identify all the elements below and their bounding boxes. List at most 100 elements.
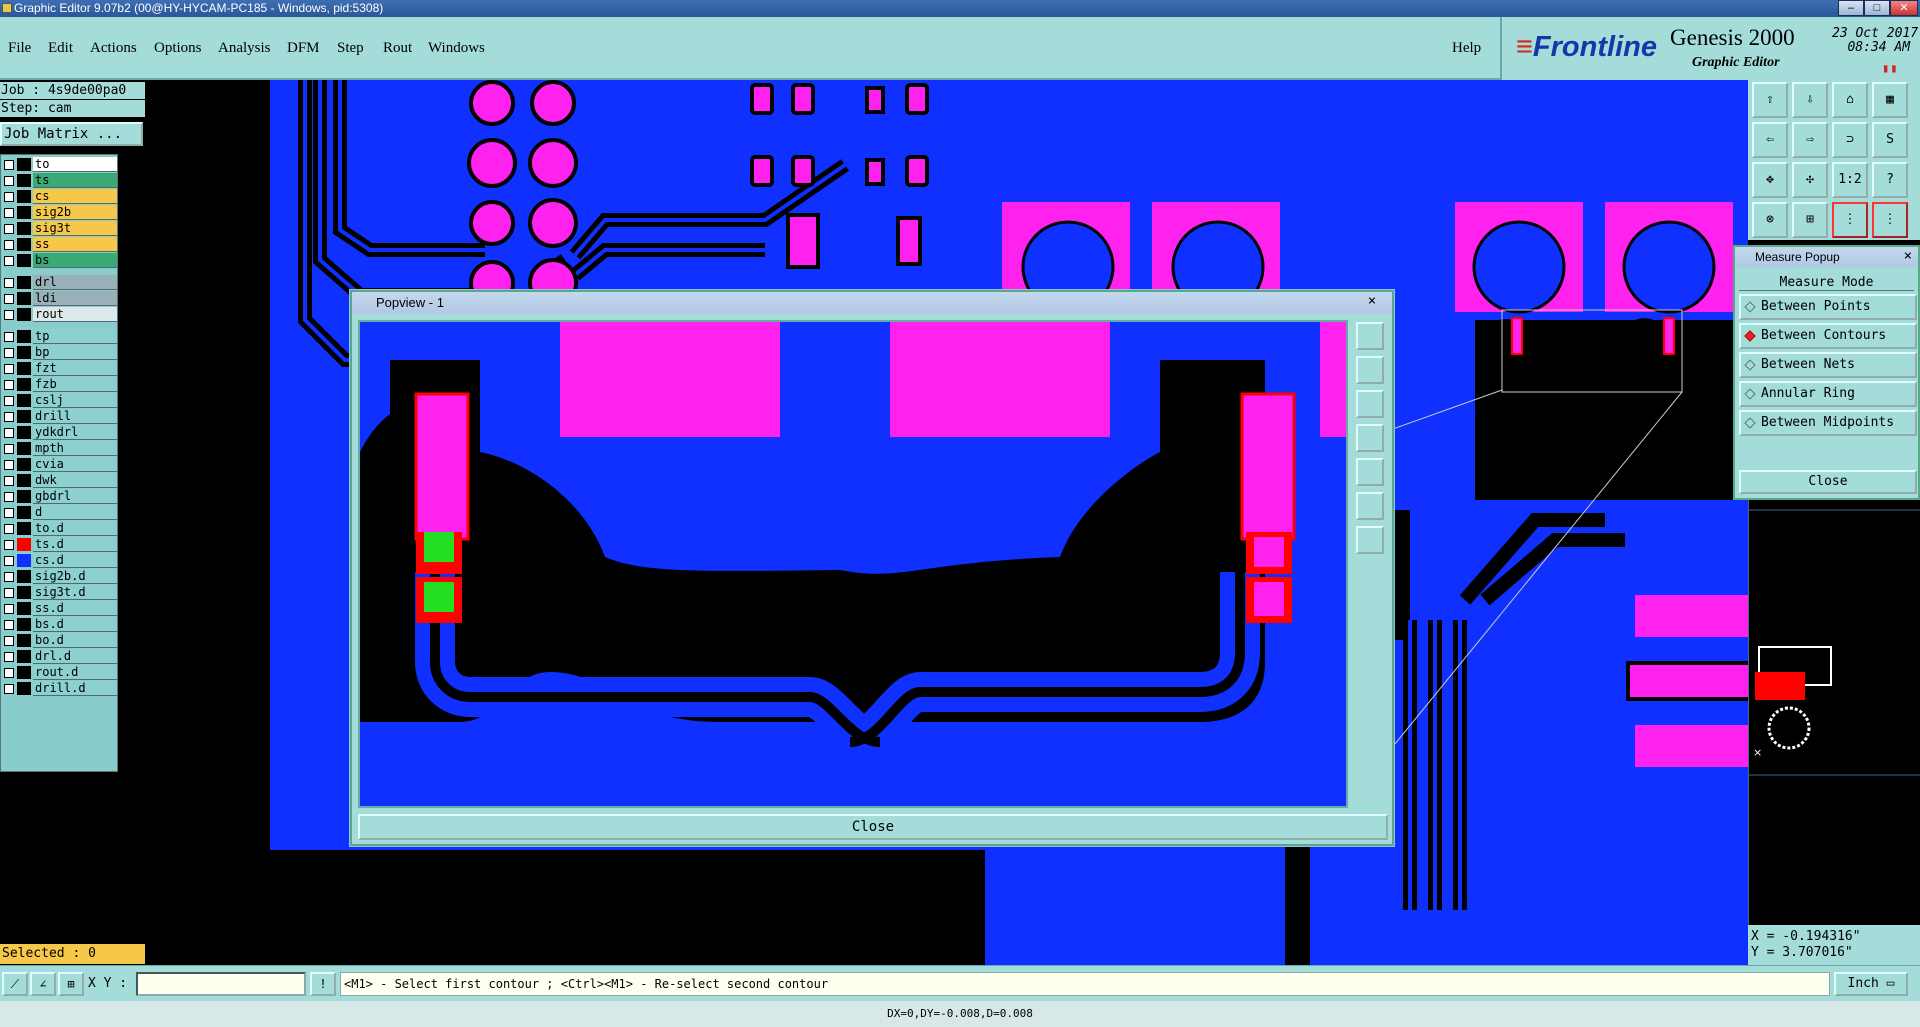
layer-color-swatch[interactable]	[17, 474, 31, 487]
layer-checkbox[interactable]	[4, 476, 14, 486]
option-between-nets[interactable]: Between Nets	[1739, 352, 1917, 378]
zoom-out-icon[interactable]: ✣	[1792, 162, 1828, 198]
option-between-midpoints[interactable]: Between Midpoints	[1739, 410, 1917, 436]
layer-row-bp[interactable]: bp	[1, 345, 119, 360]
layer-checkbox[interactable]	[4, 396, 14, 406]
layer-color-swatch[interactable]	[17, 394, 31, 407]
layer-row-ss[interactable]: ss	[1, 237, 119, 252]
layer-checkbox[interactable]	[4, 310, 14, 320]
layer-row-to-d[interactable]: to.d	[1, 521, 119, 536]
layer-color-swatch[interactable]	[17, 618, 31, 631]
menu-actions[interactable]: Actions	[90, 40, 137, 57]
measure-net-icon[interactable]: ⋮	[1872, 202, 1908, 238]
layer-color-swatch[interactable]	[17, 308, 31, 321]
layer-row-dwk[interactable]: dwk	[1, 473, 119, 488]
layer-checkbox[interactable]	[4, 636, 14, 646]
menu-analysis[interactable]: Analysis	[218, 40, 271, 57]
layer-checkbox[interactable]	[4, 460, 14, 470]
pv-zoom-in-icon[interactable]	[1356, 492, 1384, 520]
layer-color-swatch[interactable]	[17, 276, 31, 289]
layer-row-rout-d[interactable]: rout.d	[1, 665, 119, 680]
layer-color-swatch[interactable]	[17, 586, 31, 599]
layer-color-swatch[interactable]	[17, 506, 31, 519]
menu-step[interactable]: Step	[337, 40, 364, 57]
layer-checkbox[interactable]	[4, 524, 14, 534]
menu-rout[interactable]: Rout	[383, 40, 412, 57]
layer-row-drl[interactable]: drl	[1, 275, 119, 290]
layer-color-swatch[interactable]	[17, 238, 31, 251]
menu-windows[interactable]: Windows	[428, 40, 485, 57]
layer-checkbox[interactable]	[4, 572, 14, 582]
layer-checkbox[interactable]	[4, 294, 14, 304]
layer-row-sig3t[interactable]: sig3t	[1, 221, 119, 236]
layer-color-swatch[interactable]	[17, 206, 31, 219]
layer-color-swatch[interactable]	[17, 254, 31, 267]
layer-checkbox[interactable]	[4, 540, 14, 550]
layer-row-gbdrl[interactable]: gbdrl	[1, 489, 119, 504]
layer-row-sig3t-d[interactable]: sig3t.d	[1, 585, 119, 600]
layer-checkbox[interactable]	[4, 364, 14, 374]
info-icon[interactable]: !	[310, 972, 336, 996]
pv-right-icon[interactable]	[1356, 458, 1384, 486]
layer-color-swatch[interactable]	[17, 538, 31, 551]
layer-checkbox[interactable]	[4, 160, 14, 170]
layer-checkbox[interactable]	[4, 604, 14, 614]
menu-edit[interactable]: Edit	[48, 40, 73, 57]
pan-up-icon[interactable]: ⇧	[1752, 82, 1788, 118]
option-annular-ring[interactable]: Annular Ring	[1739, 381, 1917, 407]
layer-checkbox[interactable]	[4, 652, 14, 662]
layer-row-ss-d[interactable]: ss.d	[1, 601, 119, 616]
layer-color-swatch[interactable]	[17, 330, 31, 343]
layer-checkbox[interactable]	[4, 332, 14, 342]
option-between-points[interactable]: Between Points	[1739, 294, 1917, 320]
units-select[interactable]: Inch ▭	[1834, 972, 1908, 996]
layer-color-swatch[interactable]	[17, 222, 31, 235]
layer-color-swatch[interactable]	[17, 554, 31, 567]
layer-row-to[interactable]: to	[1, 157, 119, 172]
angle-mode-icon[interactable]: ∠	[30, 972, 56, 996]
xy-input[interactable]	[136, 972, 306, 996]
layer-row-rout[interactable]: rout	[1, 307, 119, 322]
pan-right-icon[interactable]: ⇨	[1792, 122, 1828, 158]
layer-color-swatch[interactable]	[17, 190, 31, 203]
menu-options[interactable]: Options	[154, 40, 202, 57]
layer-row-cvia[interactable]: cvia	[1, 457, 119, 472]
layer-row-ydkdrl[interactable]: ydkdrl	[1, 425, 119, 440]
grid-icon[interactable]: ⊞	[1792, 202, 1828, 238]
mirror-icon[interactable]: ⊃	[1832, 122, 1868, 158]
layer-row-drill-d[interactable]: drill.d	[1, 681, 119, 696]
layer-color-swatch[interactable]	[17, 682, 31, 695]
layer-checkbox[interactable]	[4, 620, 14, 630]
layer-checkbox[interactable]	[4, 380, 14, 390]
popview-close-button[interactable]: Close	[358, 814, 1388, 840]
layer-checkbox[interactable]	[4, 176, 14, 186]
layer-color-swatch[interactable]	[17, 378, 31, 391]
layer-row-sig2b[interactable]: sig2b	[1, 205, 119, 220]
layer-checkbox[interactable]	[4, 208, 14, 218]
zoom-fit-icon[interactable]: ✥	[1752, 162, 1788, 198]
help-icon[interactable]: ?	[1872, 162, 1908, 198]
layer-checkbox[interactable]	[4, 278, 14, 288]
window-split-icon[interactable]: ▦	[1872, 82, 1908, 118]
layer-color-swatch[interactable]	[17, 634, 31, 647]
layer-checkbox[interactable]	[4, 348, 14, 358]
layer-row-d[interactable]: d	[1, 505, 119, 520]
layer-checkbox[interactable]	[4, 428, 14, 438]
layer-color-swatch[interactable]	[17, 346, 31, 359]
job-matrix-button[interactable]: Job Matrix ...	[0, 122, 143, 146]
layer-row-fzb[interactable]: fzb	[1, 377, 119, 392]
layer-row-bo-d[interactable]: bo.d	[1, 633, 119, 648]
pan-down-icon[interactable]: ⇩	[1792, 82, 1828, 118]
layer-row-ts-d[interactable]: ts.d	[1, 537, 119, 552]
layer-checkbox[interactable]	[4, 224, 14, 234]
minimize-button[interactable]: –	[1838, 0, 1864, 16]
layer-row-fzt[interactable]: fzt	[1, 361, 119, 376]
menu-dfm[interactable]: DFM	[287, 40, 320, 57]
layer-color-swatch[interactable]	[17, 458, 31, 471]
home-icon[interactable]: ⌂	[1832, 82, 1868, 118]
layer-color-swatch[interactable]	[17, 292, 31, 305]
pv-up-icon[interactable]	[1356, 356, 1384, 384]
layer-color-swatch[interactable]	[17, 174, 31, 187]
layer-color-swatch[interactable]	[17, 158, 31, 171]
snap-mode-icon[interactable]: ⟋	[2, 972, 28, 996]
